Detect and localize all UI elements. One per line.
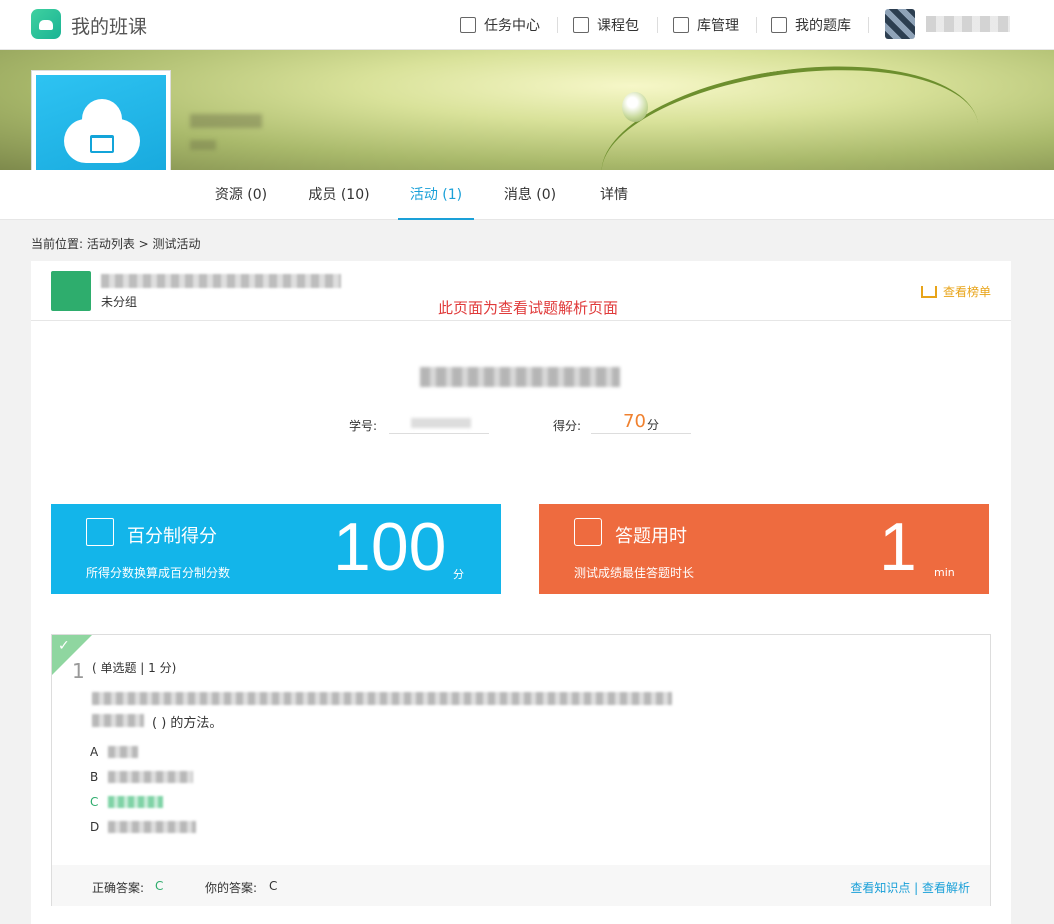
tab-members[interactable]: 成员 (10) xyxy=(300,170,378,220)
activity-title-blurred xyxy=(101,274,341,288)
top-navbar: 我的班课 任务中心 课程包 库管理 我的题库 xyxy=(0,0,1054,50)
divider xyxy=(657,17,658,33)
nav-task-center[interactable]: 任务中心 xyxy=(460,0,540,50)
divider xyxy=(557,17,558,33)
activity-header: 未分组 此页面为查看试题解析页面 查看榜单 xyxy=(31,261,1011,321)
divider xyxy=(756,17,757,33)
check-icon: ✓ xyxy=(58,638,70,654)
banner-decoration xyxy=(590,50,990,170)
time-panel: 答题用时 测试成绩最佳答题时长 1 min xyxy=(539,504,989,594)
student-id-blurred xyxy=(411,418,471,428)
your-answer: C xyxy=(269,879,278,893)
student-name-blurred xyxy=(420,367,620,387)
panel-title: 答题用时 xyxy=(615,526,687,547)
book-icon xyxy=(90,135,114,153)
rank-label: 查看榜单 xyxy=(942,285,991,299)
divider xyxy=(868,17,869,33)
clock-icon xyxy=(574,518,602,546)
rank-button[interactable]: 查看榜单 xyxy=(920,283,991,300)
panel-subtitle: 测试成绩最佳答题时长 xyxy=(574,566,695,580)
tab-details[interactable]: 详情 xyxy=(590,170,638,220)
class-name-blurred xyxy=(190,114,262,128)
class-sub-blurred xyxy=(190,140,216,150)
option-b[interactable]: B xyxy=(90,770,193,784)
question-stem-blurred xyxy=(92,692,672,705)
panel-title: 百分制得分 xyxy=(127,526,217,547)
breadcrumb: 当前位置: 活动列表 > 测试活动 xyxy=(31,237,201,251)
nav-label: 库管理 xyxy=(697,18,739,34)
nav-course-package[interactable]: 课程包 xyxy=(573,0,639,50)
your-answer-label: 你的答案: xyxy=(205,881,258,895)
score-label: 得分: xyxy=(553,419,582,433)
box-icon xyxy=(573,17,589,33)
option-c[interactable]: C xyxy=(90,795,163,809)
page-note: 此页面为查看试题解析页面 xyxy=(438,299,619,317)
percent-score-value: 100 xyxy=(333,509,447,585)
crown-icon xyxy=(920,285,937,298)
question-card: ✓ 1 ( 单选题 | 1 分) ( ) 的方法。 A B C D 正确答案: … xyxy=(51,634,991,906)
tab-activities[interactable]: 活动 (1) xyxy=(398,170,474,220)
avatar[interactable] xyxy=(885,9,915,39)
score-unit: 分 xyxy=(647,418,660,432)
pencil-paper-icon xyxy=(86,518,114,546)
question-stem-blurred xyxy=(92,714,144,727)
nav-label: 任务中心 xyxy=(484,18,540,34)
tab-resources[interactable]: 资源 (0) xyxy=(205,170,277,220)
panel-unit: 分 xyxy=(453,568,464,581)
result-card: 未分组 此页面为查看试题解析页面 查看榜单 学号: 得分: 70 分 百分制得分… xyxy=(31,261,1011,924)
correct-answer-label: 正确答案: xyxy=(92,881,145,895)
divider xyxy=(591,433,691,434)
clipboard-icon xyxy=(460,17,476,33)
question-stem-tail: ( ) 的方法。 xyxy=(152,716,223,731)
banner-decoration xyxy=(622,92,648,122)
correct-answer: C xyxy=(155,879,164,893)
activity-icon xyxy=(51,271,91,311)
layers-icon xyxy=(771,17,787,33)
divider xyxy=(389,433,489,434)
option-d[interactable]: D xyxy=(90,820,196,834)
student-id-label: 学号: xyxy=(349,419,378,433)
time-value: 1 xyxy=(879,509,917,585)
app-logo-icon[interactable] xyxy=(31,9,61,39)
nav-library[interactable]: 库管理 xyxy=(673,0,739,50)
app-title[interactable]: 我的班课 xyxy=(71,12,147,39)
percent-score-panel: 百分制得分 所得分数换算成百分制分数 100 分 xyxy=(51,504,501,594)
nav-label: 课程包 xyxy=(597,18,639,34)
tab-messages[interactable]: 消息 (0) xyxy=(495,170,565,220)
username-blurred[interactable] xyxy=(926,16,1010,32)
view-links[interactable]: 查看知识点 | 查看解析 xyxy=(850,879,970,896)
question-number: 1 xyxy=(72,659,85,683)
panel-subtitle: 所得分数换算成百分制分数 xyxy=(86,566,231,580)
answer-footer: 正确答案: C 你的答案: C 查看知识点 | 查看解析 xyxy=(52,865,990,906)
archive-icon xyxy=(673,17,689,33)
score-value: 70 xyxy=(623,411,646,432)
option-a[interactable]: A xyxy=(90,745,138,759)
nav-question-bank[interactable]: 我的题库 xyxy=(771,0,851,50)
panel-unit: min xyxy=(934,566,955,579)
class-tabs: 资源 (0) 成员 (10) 活动 (1) 消息 (0) 详情 xyxy=(0,170,1054,220)
question-type: ( 单选题 | 1 分) xyxy=(92,661,177,675)
activity-group: 未分组 xyxy=(101,295,138,309)
nav-label: 我的题库 xyxy=(795,18,851,34)
